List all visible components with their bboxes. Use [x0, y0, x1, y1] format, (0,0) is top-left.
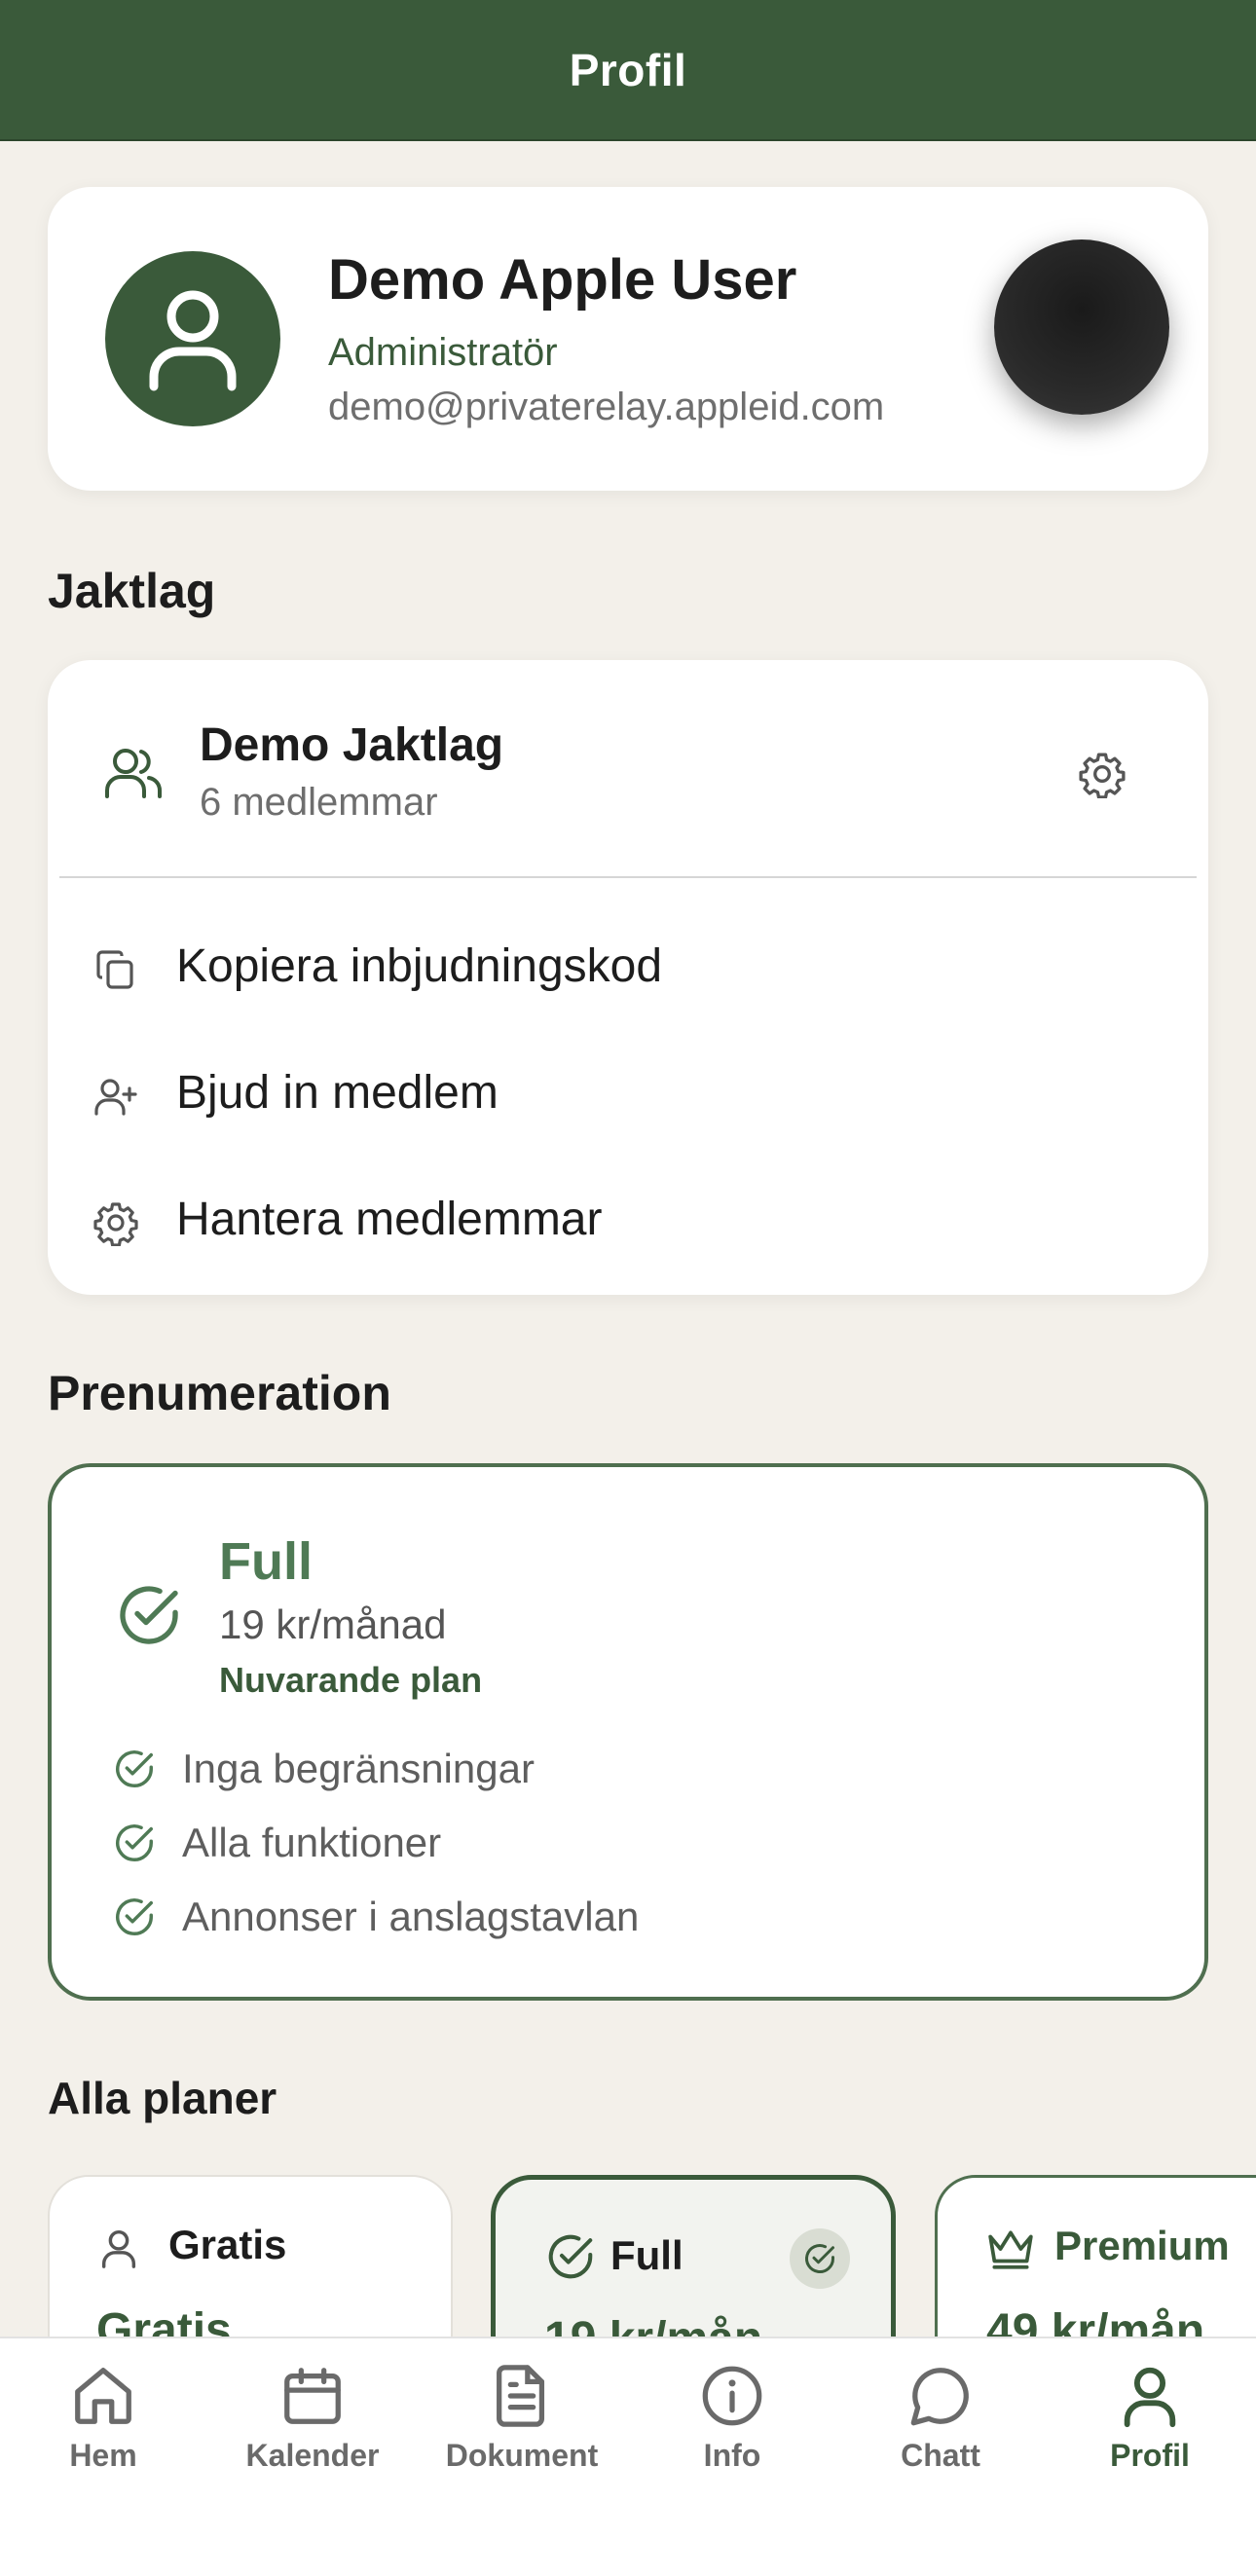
tab-label: Hem [69, 2438, 137, 2473]
check-circle-icon [116, 1750, 153, 1787]
plan-price: 49 kr/mån [986, 2305, 1205, 2337]
tab-label: Chatt [901, 2438, 980, 2473]
tab-chat[interactable]: Chatt [843, 2362, 1038, 2498]
feature-text: Inga begränsningar [182, 1746, 535, 1791]
feature-text: Alla funktioner [182, 1820, 442, 1865]
team-card: Demo Jaktlag 6 medlemmar Kopiera inbjudn… [48, 660, 1208, 1295]
section-title-subscription: Prenumeration [48, 1366, 391, 1420]
plan-name: Full [610, 2232, 683, 2278]
page-title: Profil [569, 44, 687, 95]
tab-documents[interactable]: Dokument [425, 2362, 619, 2498]
plan-card-full[interactable]: Full 19 kr/mån [491, 2175, 896, 2337]
feature-item: Alla funktioner [112, 1814, 441, 1872]
assistive-touch-button[interactable] [994, 239, 1169, 415]
gear-icon[interactable] [1078, 750, 1127, 798]
tab-calendar[interactable]: Kalender [215, 2362, 410, 2498]
feature-item: Annonser i anslagstavlan [112, 1888, 639, 1946]
feature-item: Inga begränsningar [112, 1740, 535, 1798]
section-title-plans: Alla planer [48, 2073, 277, 2123]
team-name: Demo Jaktlag [200, 719, 504, 771]
tab-label: Kalender [245, 2438, 380, 2473]
divider [59, 876, 1197, 878]
tab-bar: Hem Kalender Dokument Info Chatt Profil [0, 2337, 1256, 2576]
menu-item-label: Hantera medlemmar [176, 1193, 603, 1245]
plan-card-premium[interactable]: Premium 49 kr/mån [935, 2175, 1256, 2337]
plan-card-free[interactable]: Gratis Gratis [48, 2175, 453, 2337]
team-row[interactable]: Demo Jaktlag 6 medlemmar [48, 660, 1208, 876]
home-icon [75, 2368, 131, 2424]
check-circle-icon [116, 1898, 153, 1935]
chat-icon [910, 2368, 969, 2426]
tab-info[interactable]: Info [635, 2362, 830, 2498]
plans-carousel[interactable]: Gratis Gratis Full 19 kr/mån Premium 49 … [0, 2171, 1256, 2337]
user-name: Demo Apple User [328, 248, 797, 312]
user-icon [101, 2229, 136, 2268]
user-role: Administratör [328, 331, 558, 374]
plan-price: Gratis [96, 2304, 232, 2337]
calendar-icon [284, 2368, 341, 2424]
tab-label: Profil [1110, 2438, 1190, 2473]
menu-item-label: Bjud in medlem [176, 1066, 499, 1119]
document-icon [497, 2365, 545, 2427]
tab-label: Info [703, 2438, 761, 2473]
copy-invite-code-button[interactable]: Kopiera inbjudningskod [48, 907, 1208, 1024]
users-icon [105, 749, 163, 798]
plan-price: 19 kr/mån [544, 2312, 762, 2337]
check-circle-icon [805, 2244, 834, 2273]
feature-text: Annonser i anslagstavlan [182, 1894, 640, 1939]
check-circle-icon [116, 1824, 153, 1861]
menu-item-label: Kopiera inbjudningskod [176, 939, 663, 992]
section-title-team: Jaktlag [48, 564, 216, 618]
user-plus-icon [94, 1079, 137, 1116]
current-plan-label: Nuvarande plan [219, 1660, 483, 1700]
manage-members-button[interactable]: Hantera medlemmar [48, 1160, 1208, 1277]
plan-name: Premium [1054, 2223, 1230, 2268]
gear-icon [93, 1202, 138, 1246]
tab-label: Dokument [445, 2438, 599, 2473]
avatar[interactable] [105, 251, 280, 426]
app-header: Profil [0, 0, 1256, 141]
user-icon [1124, 2367, 1176, 2428]
plan-name: Gratis [168, 2222, 287, 2267]
info-icon [702, 2366, 762, 2426]
subscription-card: Full 19 kr/månad Nuvarande plan Inga beg… [48, 1463, 1208, 2001]
user-icon [149, 290, 237, 391]
invite-member-button[interactable]: Bjud in medlem [48, 1034, 1208, 1151]
subscription-plan-name: Full [219, 1532, 313, 1591]
crown-icon [988, 2230, 1033, 2269]
team-member-count: 6 medlemmar [200, 781, 438, 824]
subscription-price: 19 kr/månad [219, 1601, 447, 1647]
tab-home[interactable]: Hem [6, 2362, 201, 2498]
selected-badge [790, 2228, 850, 2289]
check-circle-icon [548, 2234, 593, 2279]
copy-icon [96, 950, 133, 989]
tab-profile[interactable]: Profil [1053, 2362, 1247, 2498]
check-circle-icon [120, 1586, 178, 1644]
user-email: demo@privaterelay.appleid.com [328, 386, 885, 428]
profile-card: Demo Apple User Administratör demo@priva… [48, 187, 1208, 491]
